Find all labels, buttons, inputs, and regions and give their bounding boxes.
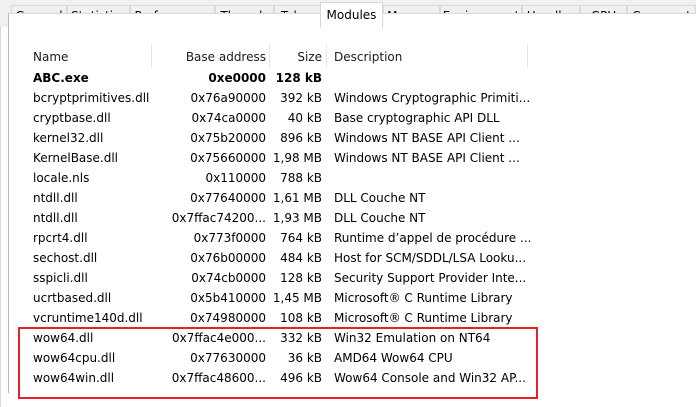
module-name: vcruntime140d.dll	[33, 311, 143, 325]
module-name: KernelBase.dll	[33, 151, 119, 165]
module-name: ntdll.dll	[33, 211, 78, 225]
module-name: ucrtbased.dll	[33, 291, 112, 305]
table-row[interactable]: cryptbase.dll 0x74ca0000 40 kB Base cryp…	[20, 108, 696, 128]
column-header-size[interactable]: Size	[270, 44, 322, 68]
module-description: Windows Cryptographic Primiti...	[334, 91, 531, 105]
module-name: sechost.dll	[33, 251, 98, 265]
module-name: kernel32.dll	[33, 131, 104, 145]
module-description: Windows NT BASE API Client ...	[334, 131, 520, 145]
module-name: wow64win.dll	[33, 371, 115, 385]
table-row[interactable]: ntdll.dll 0x77640000 1,61 MB DLL Couche …	[20, 188, 696, 208]
tab-modules[interactable]: Modules	[320, 2, 383, 28]
module-name: sspicli.dll	[33, 271, 88, 285]
column-header-description[interactable]: Description	[334, 44, 514, 68]
module-base-address: 0x77630000	[190, 351, 266, 365]
column-header-name[interactable]: Name	[33, 44, 153, 68]
module-description: Runtime d’appel de procédure ...	[334, 231, 532, 245]
table-row[interactable]: wow64cpu.dll 0x77630000 36 kB AMD64 Wow6…	[20, 348, 696, 368]
module-size: 1,93 MB	[272, 211, 322, 225]
table-row[interactable]: sspicli.dll 0x74cb0000 128 kB Security S…	[20, 268, 696, 288]
module-base-address: 0x74cb0000	[191, 271, 266, 285]
module-size: 1,61 MB	[272, 191, 322, 205]
table-row[interactable]: ntdll.dll 0x7ffac74200... 1,93 MB DLL Co…	[20, 208, 696, 228]
module-description: Microsoft® C Runtime Library	[334, 311, 513, 325]
module-size: 128 kB	[280, 271, 322, 285]
column-separator[interactable]	[527, 44, 528, 68]
table-row[interactable]: wow64.dll 0x7ffac4e000... 332 kB Win32 E…	[20, 328, 696, 348]
module-name: ntdll.dll	[33, 191, 78, 205]
module-base-address: 0x5b410000	[190, 291, 266, 305]
module-base-address: 0x7ffac74200...	[171, 211, 266, 225]
module-size: 788 kB	[280, 171, 322, 185]
module-description: Win32 Emulation on NT64	[334, 331, 491, 345]
module-name: cryptbase.dll	[33, 111, 111, 125]
module-size: 36 kB	[287, 351, 322, 365]
module-name: bcryptprimitives.dll	[33, 91, 150, 105]
table-row[interactable]: ucrtbased.dll 0x5b410000 1,45 MB Microso…	[20, 288, 696, 308]
module-size: 1,98 MB	[272, 151, 322, 165]
module-description: Windows NT BASE API Client ...	[334, 151, 520, 165]
table-row[interactable]: KernelBase.dll 0x75660000 1,98 MB Window…	[20, 148, 696, 168]
table-row[interactable]: locale.nls 0x110000 788 kB	[20, 168, 696, 188]
module-base-address: 0x77640000	[190, 191, 266, 205]
module-size: 1,45 MB	[272, 291, 322, 305]
table-row[interactable]: sechost.dll 0x76b00000 484 kB Host for S…	[20, 248, 696, 268]
module-description: Base cryptographic API DLL	[334, 111, 500, 125]
module-base-address: 0x7ffac48600...	[171, 371, 266, 385]
module-description: Security Support Provider Inte...	[334, 271, 527, 285]
module-description: Host for SCM/SDDL/LSA Looku...	[334, 251, 527, 265]
module-size: 496 kB	[280, 371, 322, 385]
module-name: locale.nls	[33, 171, 90, 185]
module-size: 40 kB	[287, 111, 322, 125]
module-size: 896 kB	[280, 131, 322, 145]
module-description: Wow64 Console and Win32 AP...	[334, 371, 526, 385]
module-name: wow64.dll	[33, 331, 94, 345]
module-name: rpcrt4.dll	[33, 231, 88, 245]
module-description	[334, 68, 534, 88]
module-size: 128 kB	[275, 71, 322, 85]
module-base-address: 0x76a90000	[190, 91, 266, 105]
module-base-address: 0x773f0000	[193, 231, 266, 245]
list-header: Name Base address Size Description	[20, 44, 696, 68]
module-description: Microsoft® C Runtime Library	[334, 291, 513, 305]
module-base-address: 0x110000	[205, 171, 266, 185]
module-base-address: 0x75b20000	[190, 131, 266, 145]
module-base-address: 0x76b00000	[190, 251, 266, 265]
module-description: DLL Couche NT	[334, 211, 426, 225]
module-base-address: 0x75660000	[190, 151, 266, 165]
module-description: AMD64 Wow64 CPU	[334, 351, 453, 365]
table-row[interactable]: bcryptprimitives.dll 0x76a90000 392 kB W…	[20, 88, 696, 108]
column-header-base-address[interactable]: Base address	[152, 44, 266, 68]
module-size: 764 kB	[280, 231, 322, 245]
table-row[interactable]: rpcrt4.dll 0x773f0000 764 kB Runtime d’a…	[20, 228, 696, 248]
table-row[interactable]: vcruntime140d.dll 0x74980000 108 kB Micr…	[20, 308, 696, 328]
module-size: 392 kB	[280, 91, 322, 105]
module-description: DLL Couche NT	[334, 191, 426, 205]
table-row[interactable]: ABC.exe 0xe0000 128 kB	[20, 68, 696, 88]
module-base-address: 0xe0000	[208, 71, 266, 85]
module-base-address: 0x7ffac4e000...	[172, 331, 266, 345]
module-size: 484 kB	[280, 251, 322, 265]
module-base-address: 0x74ca0000	[191, 111, 267, 125]
module-size: 332 kB	[280, 331, 322, 345]
module-name: wow64cpu.dll	[33, 351, 116, 365]
module-name: ABC.exe	[33, 71, 89, 85]
table-row[interactable]: kernel32.dll 0x75b20000 896 kB Windows N…	[20, 128, 696, 148]
module-description	[334, 168, 534, 188]
module-base-address: 0x74980000	[190, 311, 266, 325]
module-size: 108 kB	[280, 311, 322, 325]
column-separator[interactable]	[326, 44, 327, 68]
table-row[interactable]: wow64win.dll 0x7ffac48600... 496 kB Wow6…	[20, 368, 696, 388]
